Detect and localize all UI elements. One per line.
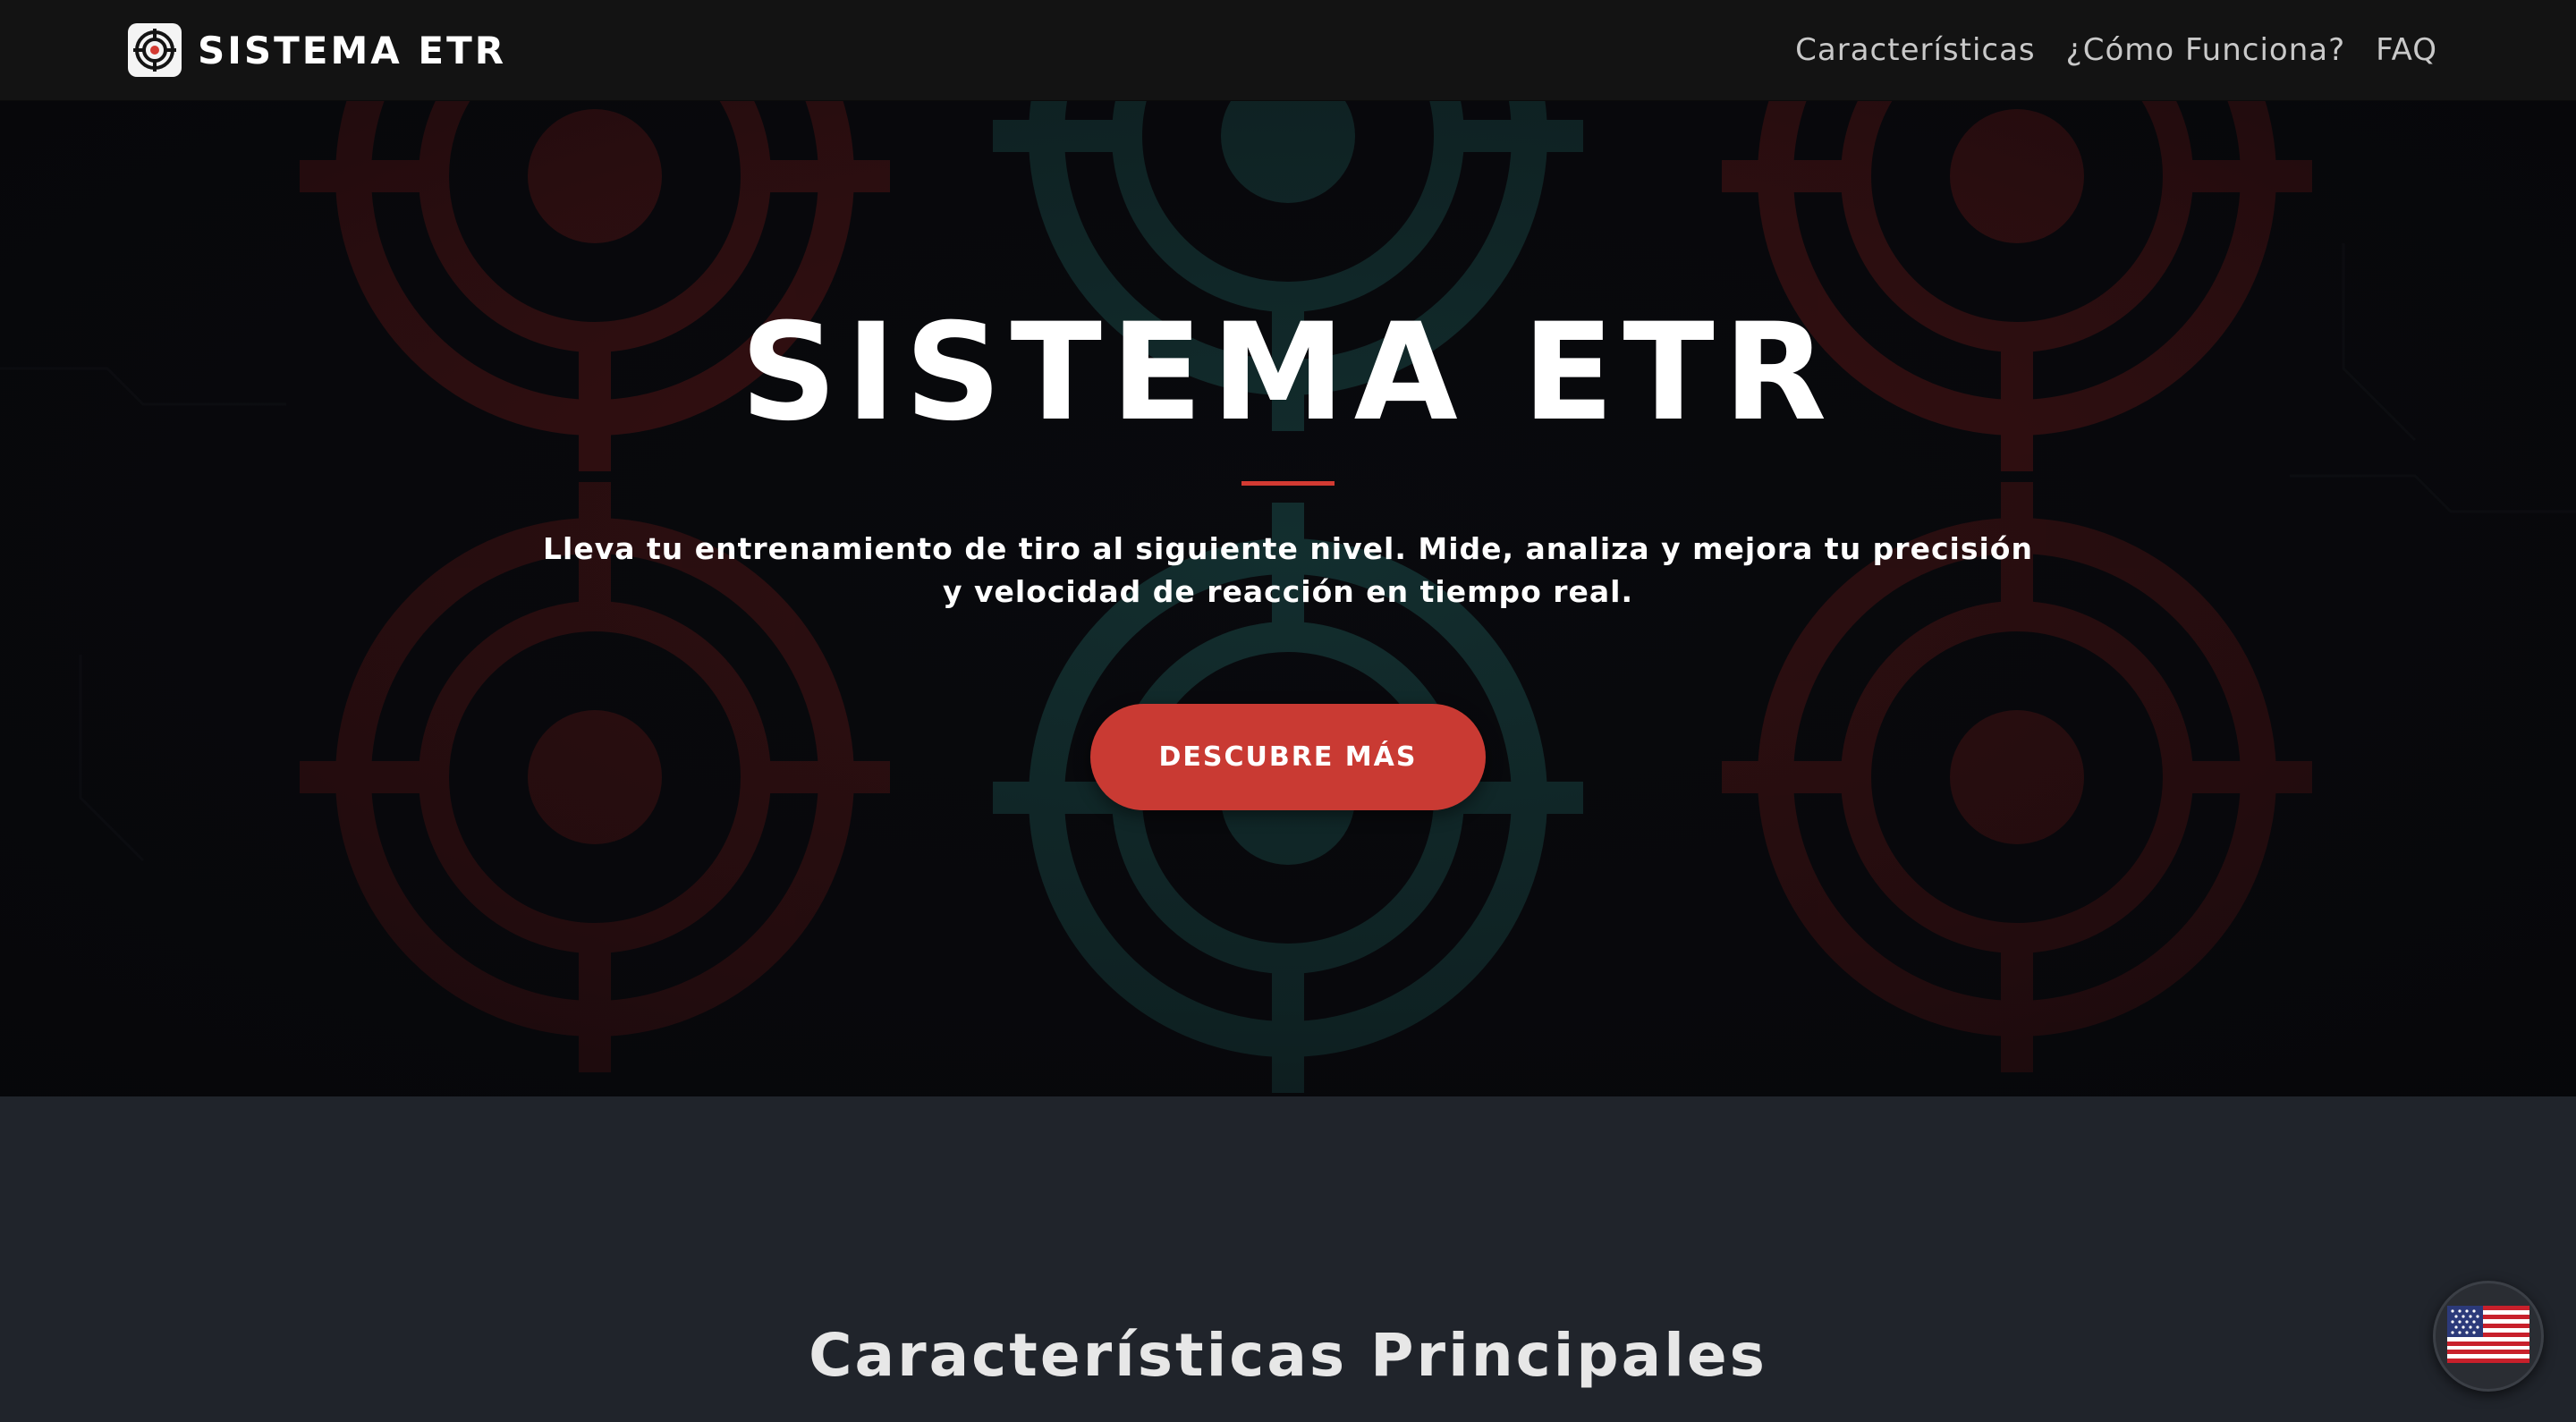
- hero-section: SISTEMA ETR Lleva tu entrenamiento de ti…: [0, 100, 2576, 1096]
- nav-link-faq[interactable]: FAQ: [2376, 32, 2437, 68]
- features-title: Características Principales: [809, 1321, 1767, 1390]
- navbar: SISTEMA ETR Características ¿Cómo Funcio…: [0, 0, 2576, 101]
- target-crosshair-icon: [128, 23, 182, 77]
- hero-title: SISTEMA ETR: [740, 295, 1836, 451]
- features-section: Características Principales: [0, 1096, 2576, 1422]
- us-flag-icon: [2447, 1306, 2529, 1367]
- language-switch-button[interactable]: [2433, 1281, 2544, 1392]
- brand-link[interactable]: SISTEMA ETR: [128, 21, 506, 79]
- nav-links: Características ¿Cómo Funciona? FAQ: [1795, 25, 2437, 75]
- hero-content: SISTEMA ETR Lleva tu entrenamiento de ti…: [0, 100, 2576, 1096]
- page: SISTEMA ETR Características ¿Cómo Funcio…: [0, 0, 2576, 1422]
- nav-link-caracteristicas[interactable]: Características: [1795, 32, 2036, 68]
- descubre-mas-button[interactable]: DESCUBRE MÁS: [1090, 704, 1486, 810]
- hero-divider: [1241, 481, 1335, 486]
- nav-link-como-funciona[interactable]: ¿Cómo Funciona?: [2066, 32, 2345, 68]
- hero-subtitle: Lleva tu entrenamiento de tiro al siguie…: [543, 531, 2033, 609]
- brand-name: SISTEMA ETR: [198, 28, 507, 72]
